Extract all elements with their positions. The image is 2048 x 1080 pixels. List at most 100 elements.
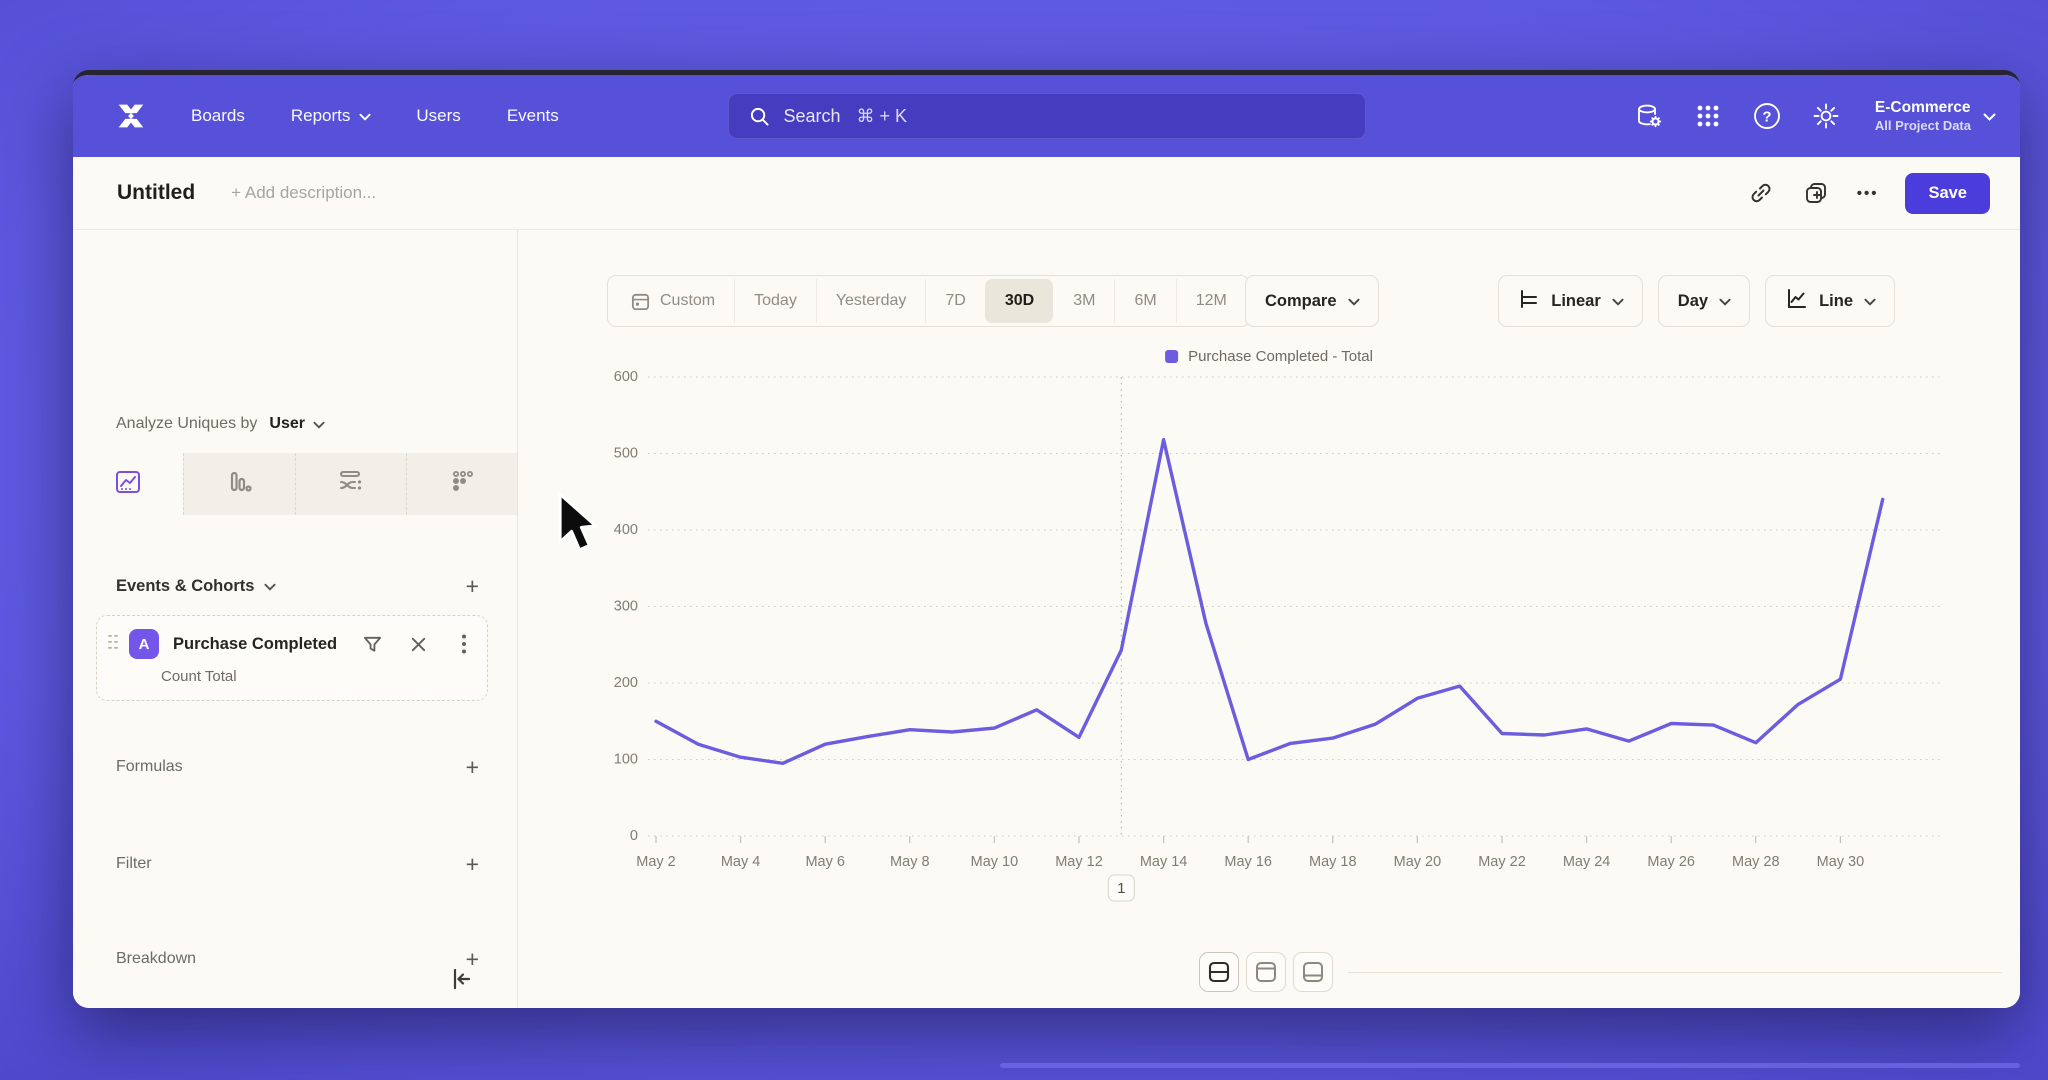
workspace-name: E-Commerce xyxy=(1875,98,1971,117)
report-title[interactable]: Untitled xyxy=(117,181,195,205)
line-type-icon xyxy=(1785,287,1808,315)
svg-text:600: 600 xyxy=(614,369,638,385)
scale-dropdown[interactable]: Linear xyxy=(1498,275,1643,327)
event-card[interactable]: A Purchase Completed xyxy=(96,615,488,701)
range-30d[interactable]: 30D xyxy=(985,279,1053,323)
scatter-icon xyxy=(447,467,477,502)
svg-text:May 10: May 10 xyxy=(971,854,1019,870)
add-filter-button[interactable]: + xyxy=(466,853,479,876)
range-7d[interactable]: 7D xyxy=(925,279,984,323)
mixpanel-logo-icon[interactable] xyxy=(113,98,149,134)
svg-text:May 26: May 26 xyxy=(1647,854,1695,870)
chart-legend[interactable]: Purchase Completed - Total xyxy=(1165,348,1373,365)
tab-flows[interactable] xyxy=(295,453,406,515)
kebab-menu-icon[interactable] xyxy=(453,633,475,655)
compare-button[interactable]: Compare xyxy=(1245,275,1379,327)
section-breakdown: Breakdown + xyxy=(116,944,479,974)
save-button[interactable]: Save xyxy=(1905,173,1990,214)
drag-handle-icon[interactable] xyxy=(107,633,119,656)
analyze-entity-dropdown[interactable]: User xyxy=(269,415,305,433)
tab-insights[interactable] xyxy=(73,453,183,515)
calendar-icon xyxy=(630,291,651,312)
collapse-sidebar-icon[interactable] xyxy=(447,966,473,992)
header-actions: ••• Save xyxy=(1747,173,1990,214)
line-chart[interactable]: 0100200300400500600May 2May 4May 6May 8M… xyxy=(590,367,1950,907)
report-type-tabs xyxy=(73,453,517,515)
nav-item-boards[interactable]: Boards xyxy=(191,106,245,126)
svg-text:May 12: May 12 xyxy=(1055,854,1103,870)
filter-funnel-icon[interactable] xyxy=(361,633,383,655)
tab-funnels[interactable] xyxy=(183,453,294,515)
svg-text:May 30: May 30 xyxy=(1817,854,1865,870)
workspace-switcher[interactable]: E-Commerce All Project Data xyxy=(1875,98,1994,134)
event-letter-badge: A xyxy=(129,629,159,659)
section-label: Formulas xyxy=(116,758,183,776)
layout-panel-top-button[interactable] xyxy=(1246,952,1286,992)
events-cohorts-label[interactable]: Events & Cohorts xyxy=(116,577,254,596)
section-formulas: Formulas + xyxy=(116,752,479,782)
chevron-down-icon xyxy=(1348,298,1359,305)
svg-text:May 20: May 20 xyxy=(1394,854,1442,870)
range-6m[interactable]: 6M xyxy=(1114,279,1175,323)
chevron-down-icon xyxy=(1864,298,1875,305)
copy-link-icon[interactable] xyxy=(1747,179,1775,207)
range-today[interactable]: Today xyxy=(734,279,816,323)
range-12m[interactable]: 12M xyxy=(1176,279,1246,323)
add-formulas-button[interactable]: + xyxy=(466,756,479,779)
chevron-down-icon xyxy=(264,583,275,590)
section-label: Breakdown xyxy=(116,950,196,968)
svg-text:May 4: May 4 xyxy=(721,854,761,870)
range-yesterday[interactable]: Yesterday xyxy=(816,279,926,323)
interval-label: Day xyxy=(1678,292,1708,311)
svg-text:May 6: May 6 xyxy=(805,854,845,870)
range-3m[interactable]: 3M xyxy=(1053,279,1114,323)
interval-dropdown[interactable]: Day xyxy=(1658,275,1750,327)
report-header: Untitled + Add description... xyxy=(73,157,2020,230)
scale-label: Linear xyxy=(1551,292,1601,311)
svg-text:500: 500 xyxy=(614,446,638,462)
chevron-down-icon xyxy=(1612,298,1623,305)
line-chart-icon xyxy=(113,467,143,502)
layout-panel-bottom-button[interactable] xyxy=(1293,952,1333,992)
linear-scale-icon xyxy=(1518,288,1540,315)
range-custom[interactable]: Custom xyxy=(611,279,734,323)
event-name[interactable]: Purchase Completed xyxy=(173,635,337,654)
layout-split-rows-button[interactable] xyxy=(1199,952,1239,992)
add-description-field[interactable]: + Add description... xyxy=(231,183,376,203)
chart-type-label: Line xyxy=(1819,292,1853,311)
workspace-subtitle: All Project Data xyxy=(1875,118,1971,134)
compare-label: Compare xyxy=(1265,292,1337,311)
chart-panel: CustomTodayYesterday7D30D3M6M12M Compare xyxy=(518,230,2020,1008)
tab-retention[interactable] xyxy=(406,453,517,515)
event-metric[interactable]: Count Total xyxy=(161,668,237,685)
desktop-background: Boards Reports Users Events Search ⌘ + K xyxy=(0,0,2048,1080)
svg-text:May 28: May 28 xyxy=(1732,854,1780,870)
data-management-icon[interactable] xyxy=(1633,100,1665,132)
footer-divider xyxy=(1348,972,2002,973)
event-card-row: A Purchase Completed xyxy=(107,629,475,659)
nav-item-reports[interactable]: Reports xyxy=(291,106,371,126)
remove-event-icon[interactable] xyxy=(407,633,429,655)
help-icon[interactable]: ? xyxy=(1751,100,1783,132)
top-nav: Boards Reports Users Events Search ⌘ + K xyxy=(73,75,2020,157)
duplicate-icon[interactable] xyxy=(1802,179,1830,207)
nav-item-users[interactable]: Users xyxy=(416,106,460,126)
analyze-label: Analyze Uniques by xyxy=(116,415,257,433)
svg-text:May 18: May 18 xyxy=(1309,854,1357,870)
more-options-icon[interactable]: ••• xyxy=(1857,185,1879,202)
add-event-button[interactable]: + xyxy=(466,575,479,598)
date-range-control: CustomTodayYesterday7D30D3M6M12M xyxy=(607,275,1250,327)
svg-text:May 2: May 2 xyxy=(636,854,676,870)
svg-text:May 16: May 16 xyxy=(1224,854,1272,870)
search-shortcut: ⌘ + K xyxy=(857,106,908,127)
chart-type-dropdown[interactable]: Line xyxy=(1765,275,1895,327)
search-input[interactable]: Search ⌘ + K xyxy=(728,93,1366,139)
apps-grid-icon[interactable] xyxy=(1692,100,1724,132)
chevron-down-icon xyxy=(313,421,324,428)
settings-gear-icon[interactable] xyxy=(1810,100,1842,132)
section-filter: Filter + xyxy=(116,849,479,879)
section-label: Filter xyxy=(116,855,152,873)
nav-item-events[interactable]: Events xyxy=(507,106,559,126)
analyze-uniques-row: Analyze Uniques by User xyxy=(116,415,324,433)
svg-text:0: 0 xyxy=(630,828,638,844)
